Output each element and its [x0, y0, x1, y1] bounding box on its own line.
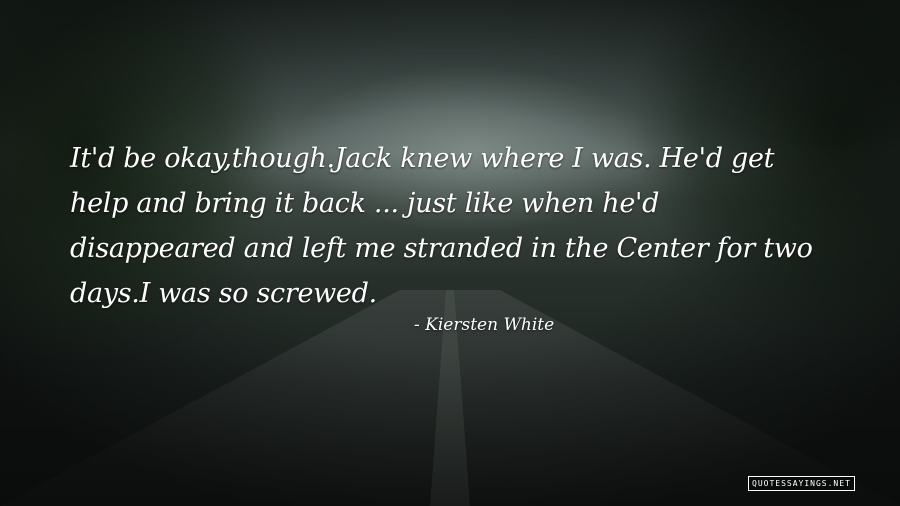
quote-line-1: It'd be okay,though.Jack knew where I wa…	[70, 143, 775, 174]
site-watermark: QUOTESSAYINGS.NET	[748, 476, 855, 491]
quote-line-4: days.I was so screwed.	[70, 278, 377, 309]
quote-line-2: help and bring it back ... just like whe…	[70, 188, 660, 219]
quote-author: - Kiersten White	[414, 315, 555, 335]
quote-line-3: disappeared and left me stranded in the …	[70, 233, 813, 264]
quote-text: It'd be okay,though.Jack knew where I wa…	[70, 136, 850, 316]
